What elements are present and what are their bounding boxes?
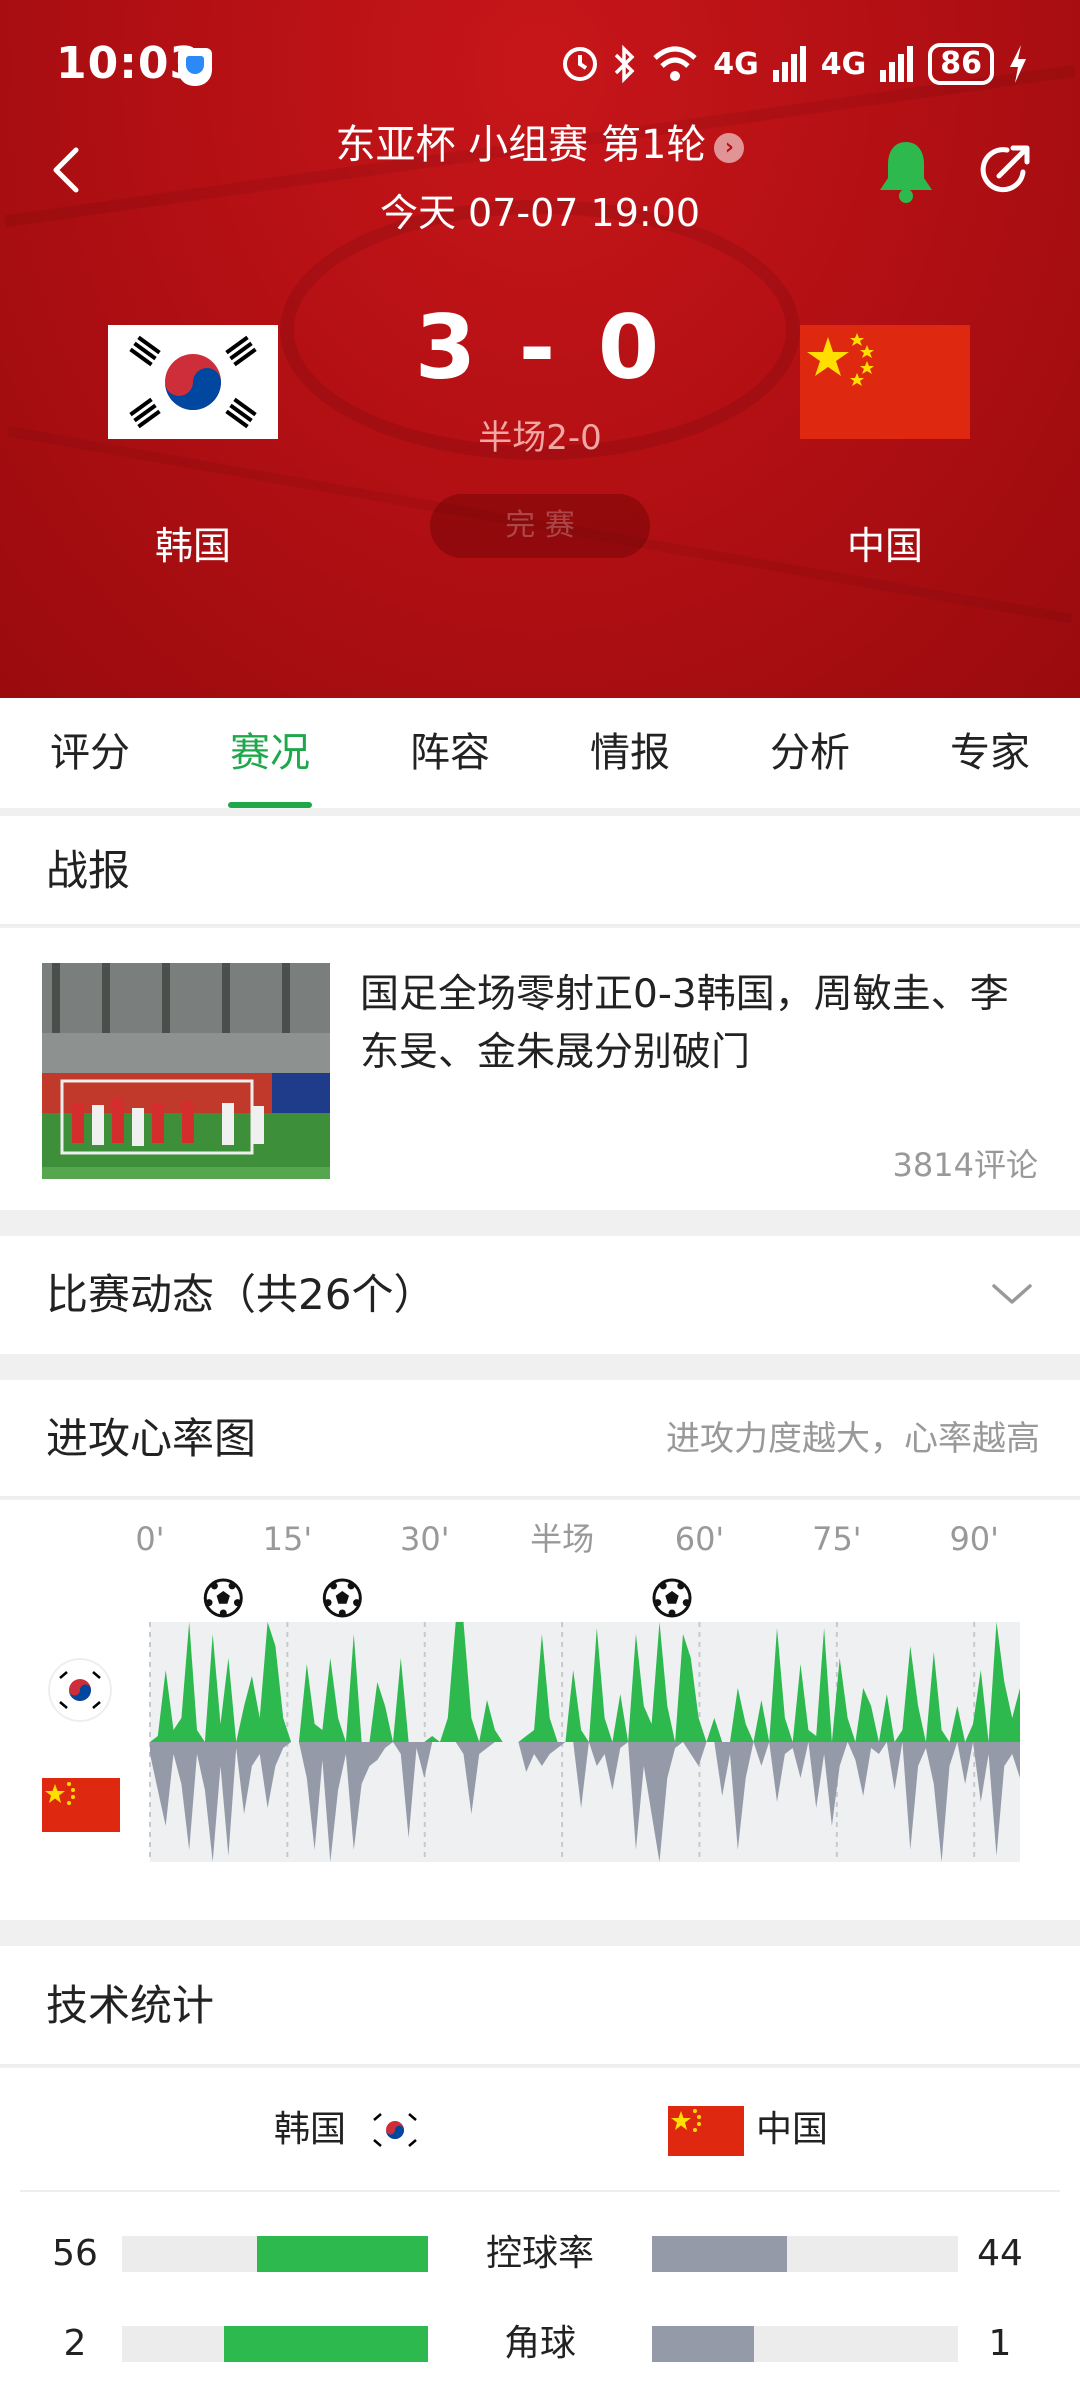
korea-flag	[368, 2108, 422, 2152]
signal-icon	[772, 46, 806, 82]
tab-analysis[interactable]: 分析	[720, 698, 900, 808]
battery-indicator: 86	[928, 43, 994, 85]
korea-flag-icon	[368, 2108, 422, 2152]
tech-stats-card: 韩国 中国 56 控球率 44 2 角球 1	[0, 2068, 1080, 2388]
china-flag-icon	[800, 325, 970, 439]
chart-time-label: 0'	[135, 1520, 164, 1558]
stat-home-bar-fill	[223, 2326, 428, 2362]
chart-time-label: 30'	[400, 1520, 450, 1558]
tab-rating[interactable]: 评分	[0, 698, 180, 808]
stat-home-value: 56	[52, 2233, 98, 2274]
events-expand-toggle[interactable]	[988, 1274, 1036, 1314]
chevron-right-icon: ›	[714, 133, 745, 163]
status-bar: 10:03 4G 4G 86	[0, 0, 1080, 130]
bell-icon	[880, 142, 932, 203]
heart-rate-hint: 进攻力度越大，心率越高	[666, 1419, 1040, 1459]
korea-flag-icon	[108, 325, 278, 439]
stat-label: 角球	[503, 2323, 576, 2364]
away-flag-small	[42, 1778, 120, 1832]
tab-live[interactable]: 赛况	[180, 698, 360, 808]
stat-row-corners: 2 角球 1	[0, 2304, 1080, 2384]
charging-icon	[1010, 45, 1026, 83]
china-flag	[668, 2106, 744, 2156]
tab-intel[interactable]: 情报	[540, 698, 720, 808]
stat-away-bar-fill	[652, 2236, 787, 2272]
heart-rate-header: 进攻心率图 进攻力度越大，心率越高	[0, 1380, 1080, 1498]
chart-time-label: 15'	[263, 1520, 313, 1558]
share-icon	[980, 145, 1030, 193]
network-type-label: 4G	[713, 46, 759, 82]
report-section-header: 战报	[0, 816, 1080, 926]
stat-away-value: 1	[988, 2323, 1012, 2364]
bluetooth-icon	[615, 44, 635, 84]
goal-ball-icon	[322, 1578, 362, 1618]
stat-label: 控球率	[485, 2233, 594, 2274]
china-flag-icon	[668, 2106, 744, 2156]
stat-away-value: 44	[977, 2233, 1023, 2274]
chart-time-label: 60'	[675, 1520, 725, 1558]
report-thumbnail[interactable]	[42, 963, 330, 1179]
signal-icon-2	[880, 46, 914, 82]
home-flag-small	[50, 1660, 110, 1720]
stats-away-team-name: 中国	[756, 2109, 829, 2150]
tab-lineup[interactable]: 阵容	[360, 698, 540, 808]
match-score: 3 - 0	[414, 296, 666, 399]
away-team-name: 中国	[846, 524, 923, 568]
report-card[interactable]: 国足全场零射正0-3韩国，周敏圭、李东旻、金朱晟分别破门 3814评论	[0, 928, 1080, 1210]
goal-ball-icon	[203, 1578, 243, 1618]
stat-away-bar	[652, 2236, 958, 2272]
stats-team-header: 韩国 中国	[20, 2068, 1060, 2192]
match-photo	[42, 963, 330, 1179]
stat-row-possession: 56 控球率 44	[0, 2214, 1080, 2294]
korea-flag	[108, 325, 278, 439]
tab-bar: 评分 赛况 阵容 情报 分析 专家	[0, 698, 1080, 808]
shield-icon	[178, 48, 212, 86]
stat-away-bar-fill	[652, 2326, 754, 2362]
chart-time-label: 90'	[949, 1520, 999, 1558]
attack-heart-rate-chart: 0' 15' 30' 半场 60' 75' 90'	[135, 1520, 1020, 1862]
chevron-down-icon	[992, 1284, 1032, 1304]
halftime-score: 半场2-0	[478, 418, 602, 458]
heart-rate-title: 进攻心率图	[46, 1414, 257, 1463]
events-title: 比赛动态（共26个）	[46, 1270, 436, 1319]
stat-home-bar	[122, 2326, 428, 2362]
follow-bell-button[interactable]	[876, 138, 936, 204]
stat-home-value: 2	[63, 2323, 87, 2364]
tech-stats-title: 技术统计	[46, 1981, 215, 2030]
match-title-text: 东亚杯 小组赛 第1轮	[335, 122, 707, 168]
match-status-pill: 完 赛	[430, 494, 650, 558]
section-title: 战报	[46, 846, 131, 895]
chart-time-label: 半场	[530, 1520, 594, 1558]
match-events-row[interactable]: 比赛动态（共26个）	[0, 1236, 1080, 1354]
heart-rate-chart-card: 0' 15' 30' 半场 60' 75' 90'	[0, 1500, 1080, 1920]
match-header: 10:03 4G 4G 86 东亚杯 小组赛 第1轮 › 今天 07-07 19:…	[0, 0, 1080, 698]
network-type-label-2: 4G	[820, 46, 867, 82]
tech-stats-header: 技术统计	[0, 1946, 1080, 2066]
status-icons: 4G 4G 86	[561, 40, 1028, 88]
tab-experts[interactable]: 专家	[900, 698, 1080, 808]
stat-away-bar	[652, 2326, 958, 2362]
alarm-icon	[563, 47, 598, 81]
share-button[interactable]	[975, 140, 1035, 200]
korea-flag-icon	[50, 1660, 110, 1720]
china-flag-icon	[42, 1778, 120, 1832]
stats-home-team-name: 韩国	[274, 2109, 347, 2150]
goal-ball-icon	[652, 1578, 692, 1618]
chart-time-label: 75'	[812, 1520, 862, 1558]
china-flag	[800, 325, 970, 439]
stat-home-bar-fill	[256, 2236, 428, 2272]
report-headline[interactable]: 国足全场零射正0-3韩国，周敏圭、李东旻、金朱晟分别破门	[360, 966, 1040, 1082]
report-comment-count[interactable]: 3814评论	[893, 1140, 1038, 1186]
stat-home-bar	[122, 2236, 428, 2272]
wifi-icon	[653, 46, 697, 81]
home-team-name: 韩国	[154, 524, 231, 568]
